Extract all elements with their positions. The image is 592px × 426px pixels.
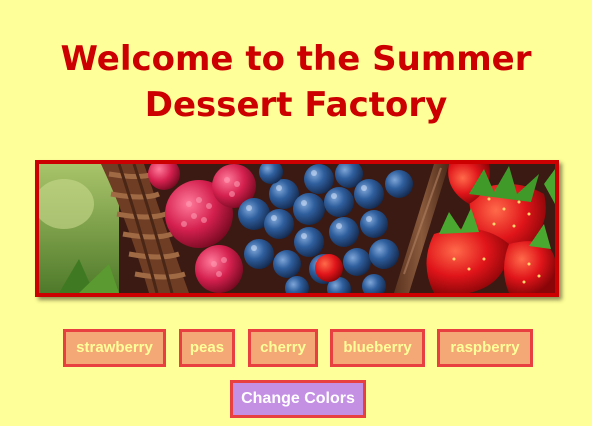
page-title: Welcome to the Summer Dessert Factory [0, 36, 592, 128]
peas-button[interactable]: peas [179, 329, 235, 367]
cherry-button[interactable]: cherry [248, 329, 318, 367]
page-title-text: Welcome to the Summer Dessert Factory [60, 39, 532, 125]
berries-banner-image [35, 160, 559, 297]
berries-photo-graphic [39, 164, 555, 293]
raspberry-button[interactable]: raspberry [437, 329, 533, 367]
blueberry-button[interactable]: blueberry [330, 329, 425, 367]
strawberry-button[interactable]: strawberry [63, 329, 166, 367]
change-colors-button[interactable]: Change Colors [230, 380, 366, 418]
fruit-buttons-row: strawberry peas cherry blueberry raspber… [0, 329, 592, 367]
